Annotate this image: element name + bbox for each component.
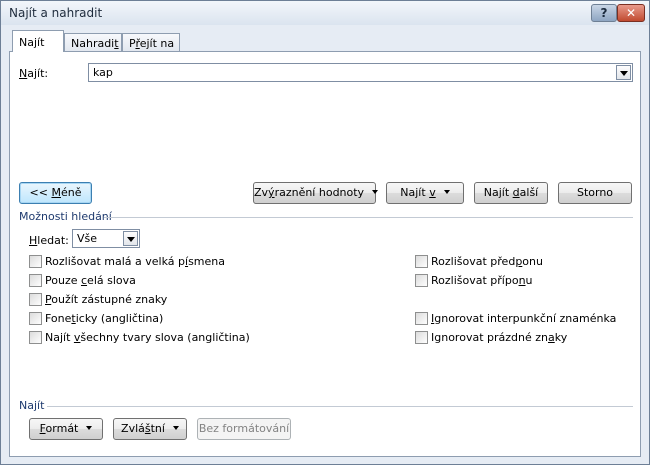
find-input-value: kap	[93, 66, 113, 79]
chevron-down-icon	[172, 426, 179, 430]
whole-words-label: Pouze celá slova	[45, 274, 136, 287]
search-direction-label: Hledat:	[29, 234, 69, 247]
tab-panel-find	[9, 51, 641, 457]
cancel-button[interactable]: Storno	[558, 182, 632, 204]
sounds-like-checkbox[interactable]	[29, 312, 42, 325]
divider	[104, 217, 633, 218]
close-button[interactable]: ✕	[617, 4, 645, 22]
highlight-button[interactable]: Zvýraznění hodnoty	[253, 182, 379, 204]
tab-goto[interactable]: Přejít na	[122, 33, 180, 53]
no-formatting-button[interactable]: Bez formátování	[197, 418, 291, 440]
find-in-button[interactable]: Najít v	[386, 182, 464, 204]
format-button[interactable]: Formát	[29, 418, 103, 440]
ignore-whitespace-label: Ignorovat prázdné znaky	[431, 331, 568, 344]
search-direction-value: Vše	[77, 232, 98, 245]
match-case-checkbox[interactable]	[29, 255, 42, 268]
wildcards-label: Použít zástupné znaky	[45, 293, 168, 306]
find-replace-dialog: Najít a nahradit ? ✕ Najít Nahradit Přej…	[0, 0, 650, 465]
search-direction-select[interactable]: Vše	[72, 229, 140, 248]
chevron-down-icon	[86, 426, 93, 430]
ignore-whitespace-checkbox[interactable]	[415, 331, 428, 344]
match-suffix-checkbox[interactable]	[415, 274, 428, 287]
special-button[interactable]: Zvláštní	[113, 418, 187, 440]
match-prefix-checkbox[interactable]	[415, 255, 428, 268]
match-case-label: Rozlišovat malá a velká písmena	[45, 255, 226, 268]
whole-words-checkbox[interactable]	[29, 274, 42, 287]
all-word-forms-checkbox[interactable]	[29, 331, 42, 344]
chevron-down-icon[interactable]	[123, 231, 138, 246]
find-input[interactable]: kap	[88, 63, 633, 82]
sounds-like-label: Foneticky (angličtina)	[45, 312, 164, 325]
window-title: Najít a nahradit	[9, 6, 103, 20]
search-options-label: Možnosti hledání	[19, 210, 112, 223]
ignore-punctuation-label: Ignorovat interpunkční znaménka	[431, 312, 617, 325]
less-button[interactable]: << Méně	[19, 182, 92, 204]
ignore-punctuation-checkbox[interactable]	[415, 312, 428, 325]
match-prefix-label: Rozlišovat předponu	[431, 255, 543, 268]
tab-find[interactable]: Najít	[12, 30, 64, 52]
match-suffix-label: Rozlišovat příponu	[431, 274, 533, 287]
find-section-label: Najít	[19, 399, 45, 412]
find-label: Najít:	[19, 67, 49, 80]
title-bar[interactable]: Najít a nahradit ? ✕	[1, 1, 649, 25]
chevron-down-icon	[372, 190, 379, 194]
find-history-dropdown-icon[interactable]	[616, 65, 631, 80]
all-word-forms-label: Najít všechny tvary slova (angličtina)	[45, 331, 250, 344]
help-button[interactable]: ?	[591, 4, 617, 22]
wildcards-checkbox[interactable]	[29, 293, 42, 306]
find-next-button[interactable]: Najít další	[474, 182, 548, 204]
divider	[47, 406, 633, 407]
tab-replace[interactable]: Nahradit	[64, 33, 122, 53]
chevron-down-icon	[443, 190, 450, 194]
